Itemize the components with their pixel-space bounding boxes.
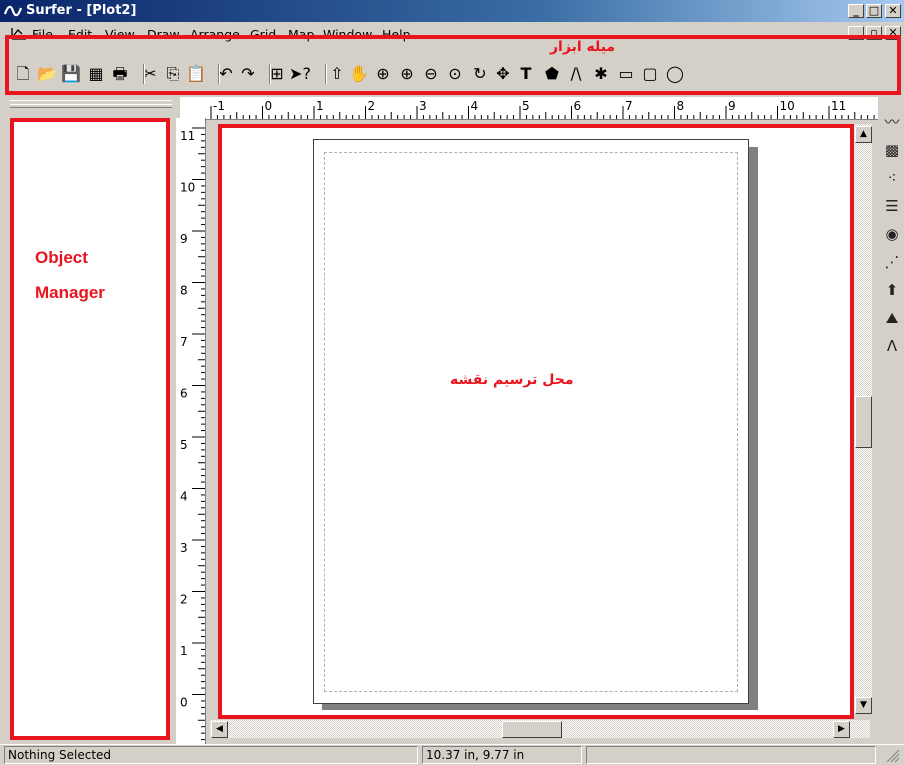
- scroll-up-button[interactable]: ▲: [855, 126, 872, 143]
- ruler-label: 6: [574, 99, 582, 113]
- ruler-label: 10: [780, 99, 795, 113]
- status-selection: Nothing Selected: [4, 746, 418, 764]
- ruler-label: 10: [180, 181, 195, 195]
- horizontal-ruler: -1 0 1 2 3 4 5 6 7 8 9 10 11: [180, 97, 878, 120]
- vertical-ruler: 11109876543210-1: [176, 118, 206, 744]
- ruler-label: 9: [728, 99, 736, 113]
- new-wireframe-icon[interactable]: ⬆: [881, 279, 903, 301]
- new-shaded-relief-icon[interactable]: ◉: [881, 223, 903, 245]
- ruler-label: 7: [625, 99, 633, 113]
- ruler-label: 0: [265, 99, 273, 113]
- horizontal-scroll-thumb[interactable]: [502, 721, 562, 738]
- ruler-label: 11: [180, 129, 195, 143]
- plot-area-annotation-box: [218, 124, 854, 719]
- ruler-label: 6: [180, 387, 188, 401]
- minimize-button[interactable]: _: [848, 4, 864, 18]
- ruler-label: 1: [316, 99, 324, 113]
- horizontal-ruler-ticks: -1 0 1 2 3 4 5 6 7 8 9 10 11: [210, 99, 875, 119]
- object-manager-panel[interactable]: [10, 118, 170, 740]
- ruler-label: 1: [180, 644, 188, 658]
- scroll-left-button[interactable]: ◀: [211, 721, 228, 738]
- window-title: Surfer - [Plot2]: [26, 3, 137, 18]
- ruler-label: 5: [180, 438, 188, 452]
- vertical-ruler-ticks: 11109876543210-1: [180, 127, 205, 741]
- object-manager-label-line2: Manager: [35, 283, 105, 302]
- ruler-label: -1: [213, 99, 225, 113]
- status-extra: [586, 746, 876, 764]
- new-contour-map-icon[interactable]: 〰: [881, 111, 903, 133]
- toolbar-annotation-box: [5, 35, 901, 95]
- ruler-label: 4: [180, 490, 188, 504]
- ruler-label: 3: [180, 541, 188, 555]
- toolbar-annotation-label: میله ابزار: [550, 39, 616, 55]
- ruler-label: 0: [180, 696, 188, 710]
- new-image-map-icon[interactable]: ▩: [881, 139, 903, 161]
- ruler-label: 2: [368, 99, 376, 113]
- status-coordinates: 10.37 in, 9.77 in: [422, 746, 582, 764]
- ruler-label: 8: [677, 99, 685, 113]
- ruler-label: 5: [522, 99, 530, 113]
- new-classed-post-icon[interactable]: ☰: [881, 195, 903, 217]
- new-surface-icon[interactable]: ⛰: [881, 307, 903, 329]
- ruler-label: 9: [180, 232, 188, 246]
- scroll-right-button[interactable]: ▶: [833, 721, 850, 738]
- surfer-app-icon[interactable]: [3, 3, 23, 19]
- resize-grip-icon[interactable]: [882, 748, 900, 763]
- ruler-label: 4: [471, 99, 479, 113]
- vertical-scroll-thumb[interactable]: [855, 396, 872, 448]
- new-base-map-icon[interactable]: Λ: [881, 335, 903, 357]
- ruler-label: 7: [180, 335, 188, 349]
- scroll-down-button[interactable]: ▼: [855, 697, 872, 714]
- close-button[interactable]: ✕: [885, 4, 901, 18]
- ruler-label: 3: [419, 99, 427, 113]
- ruler-label: 2: [180, 593, 188, 607]
- plot-area-annotation-label: محل ترسیم نقشه: [450, 372, 574, 388]
- new-post-map-icon[interactable]: ⁖: [881, 167, 903, 189]
- object-manager-label-line1: Object: [35, 248, 88, 267]
- maximize-button[interactable]: □: [866, 4, 882, 18]
- ruler-label: 8: [180, 284, 188, 298]
- new-vector-map-icon[interactable]: ⋰: [881, 251, 903, 273]
- object-manager-grip-line: [10, 104, 172, 108]
- ruler-label: 11: [831, 99, 846, 113]
